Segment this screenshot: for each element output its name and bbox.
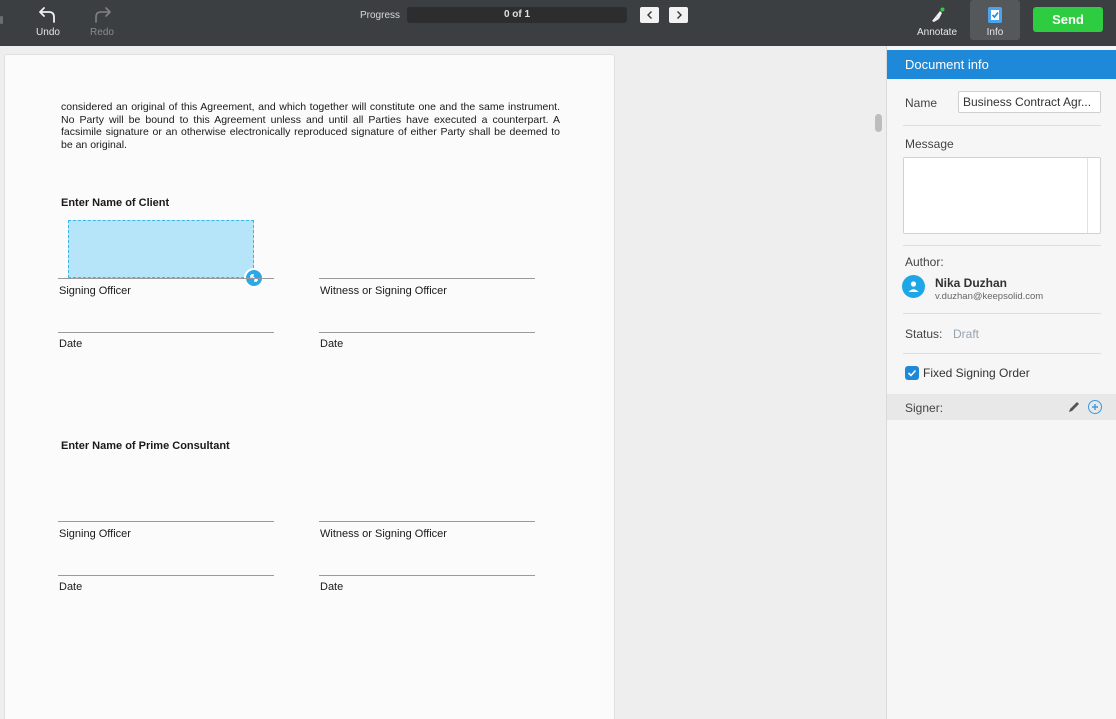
client-date-label-1: Date: [59, 338, 83, 350]
client-heading: Enter Name of Client: [61, 197, 170, 209]
client-witness-label: Witness or Signing Officer: [320, 285, 447, 297]
separator: [903, 353, 1101, 354]
panel-title: Document info: [887, 50, 1116, 79]
checkmark-icon: [907, 369, 917, 377]
undo-label: Undo: [36, 27, 60, 38]
consultant-signing-officer-label: Signing Officer: [59, 528, 131, 540]
separator: [903, 125, 1101, 126]
info-clipboard-icon: [985, 5, 1005, 25]
signer-row: Signer:: [887, 394, 1116, 420]
annotate-label: Annotate: [916, 27, 958, 38]
info-button[interactable]: Info: [970, 0, 1020, 40]
name-label: Name: [905, 96, 938, 110]
user-icon: [908, 281, 919, 292]
author-label: Author:: [905, 255, 944, 269]
consultant-date-label-2: Date: [320, 581, 344, 593]
signature-field[interactable]: [68, 220, 254, 278]
avatar: [902, 275, 925, 298]
agreement-paragraph: considered an original of this Agreement…: [61, 101, 560, 151]
consultant-date-line-2: [319, 575, 535, 576]
status-value: Draft: [953, 327, 980, 341]
consultant-heading: Enter Name of Prime Consultant: [61, 440, 230, 452]
progress-bar: 0 of 1: [407, 7, 627, 23]
consultant-date-line-1: [58, 575, 274, 576]
document-info-panel: Document info Name Business Contract Agr…: [887, 46, 1116, 719]
consultant-witness-line: [319, 521, 535, 522]
window-edge-control[interactable]: [0, 16, 3, 24]
client-signing-officer-line: [58, 278, 274, 279]
redo-button[interactable]: Redo: [82, 0, 122, 46]
consultant-witness-label: Witness or Signing Officer: [320, 528, 447, 540]
send-button[interactable]: Send: [1033, 7, 1103, 32]
redo-label: Redo: [90, 27, 114, 38]
previous-field-button[interactable]: [640, 7, 659, 23]
edit-signer-button[interactable]: [1067, 400, 1081, 419]
chevron-right-icon: [676, 11, 682, 19]
pencil-icon: [1069, 402, 1079, 412]
consultant-signing-officer-line: [58, 521, 274, 522]
separator: [903, 313, 1101, 314]
client-date-label-2: Date: [320, 338, 344, 350]
undo-button[interactable]: Undo: [28, 0, 68, 46]
fixed-signing-order-label[interactable]: Fixed Signing Order: [923, 366, 1030, 380]
client-signing-officer-label: Signing Officer: [59, 285, 131, 297]
progress-text: 0 of 1: [503, 9, 531, 20]
author-name: Nika Duzhan: [935, 276, 1008, 290]
client-witness-line: [319, 278, 535, 279]
message-label: Message: [905, 137, 954, 151]
next-field-button[interactable]: [669, 7, 688, 23]
author-email: v.duzhan@keepsolid.com: [935, 291, 1044, 302]
document-scrollbar[interactable]: [875, 114, 882, 132]
message-scrollbar: [1087, 158, 1088, 233]
status-label: Status:: [905, 327, 943, 341]
document-viewer[interactable]: considered an original of this Agreement…: [0, 46, 871, 719]
separator: [903, 245, 1101, 246]
add-signer-button[interactable]: [1088, 400, 1102, 414]
plus-icon: [1092, 404, 1098, 410]
toolbar: Undo Redo Progress 0 of 1 Annotate Info …: [0, 0, 1116, 46]
undo-icon: [38, 5, 58, 25]
progress-label: Progress: [359, 10, 400, 21]
message-textarea[interactable]: [903, 157, 1101, 234]
document-page: considered an original of this Agreement…: [4, 54, 615, 719]
annotate-pen-icon: [928, 5, 946, 25]
client-date-line-2: [319, 332, 535, 333]
client-date-line-1: [58, 332, 274, 333]
chevron-left-icon: [646, 11, 652, 19]
consultant-date-label-1: Date: [59, 581, 83, 593]
info-label: Info: [986, 27, 1004, 38]
annotate-button[interactable]: Annotate: [914, 0, 960, 46]
fixed-signing-order-checkbox[interactable]: [905, 366, 919, 380]
signer-label: Signer:: [905, 401, 944, 415]
redo-icon: [92, 5, 112, 25]
document-name-input[interactable]: Business Contract Agr...: [958, 91, 1101, 113]
